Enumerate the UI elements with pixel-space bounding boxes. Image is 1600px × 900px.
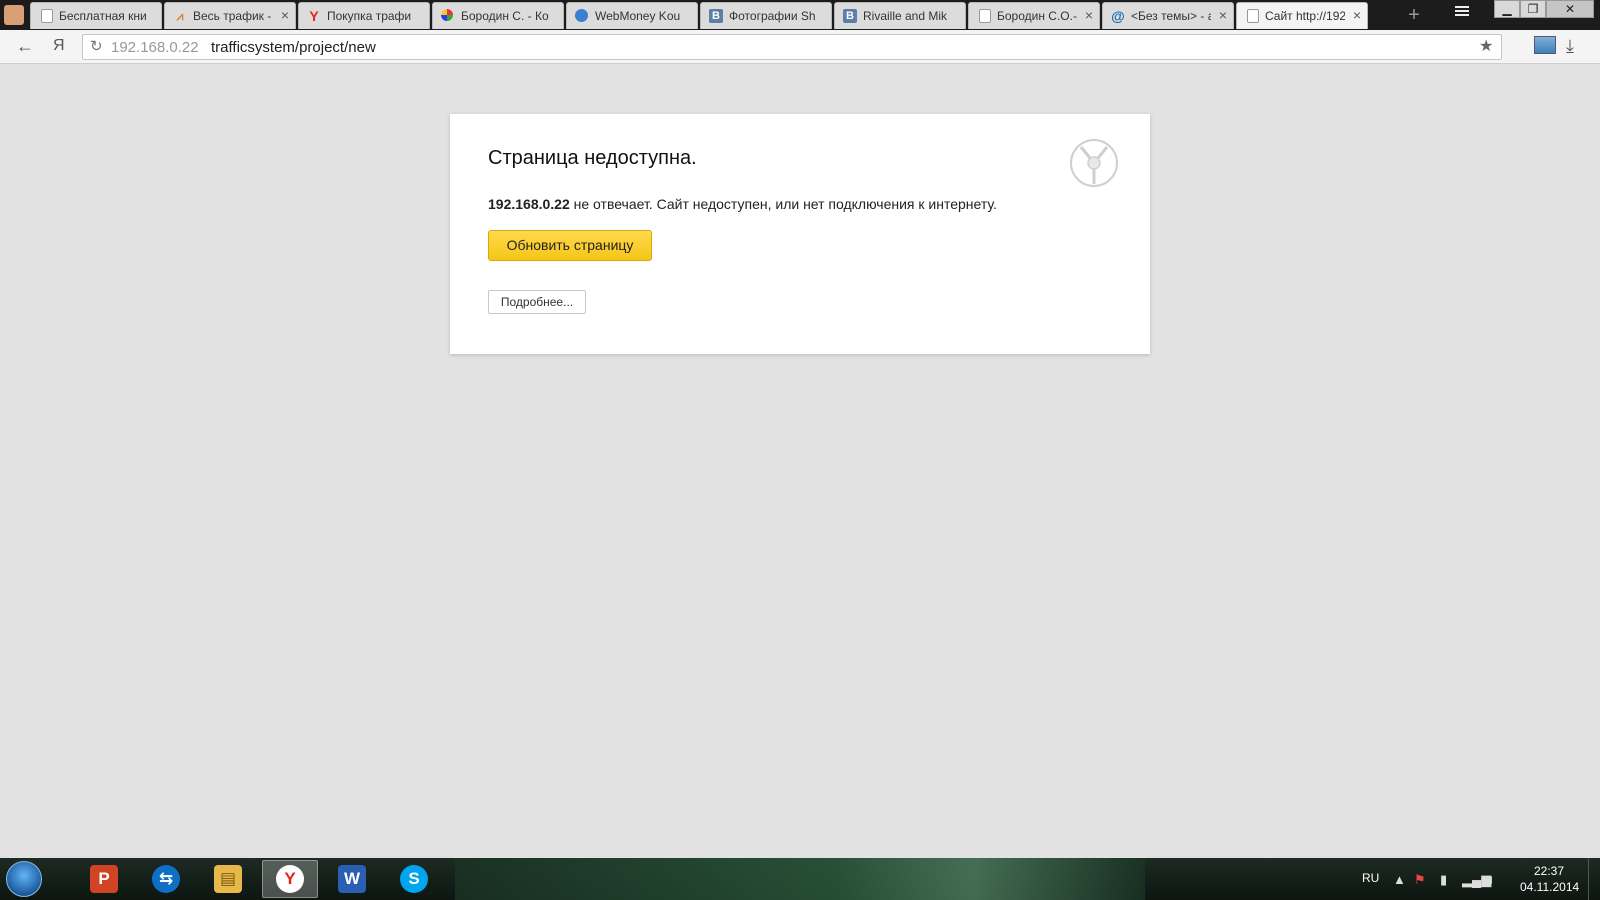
powerpoint-icon: P	[90, 865, 118, 893]
vk-icon: B	[709, 9, 723, 23]
word-icon: W	[338, 865, 366, 893]
battery-icon[interactable]: ▮	[1440, 872, 1447, 888]
error-title: Страница недоступна.	[488, 147, 697, 169]
download-icon[interactable]: ⤓	[1566, 36, 1574, 56]
taskbar: P ⇆ ▤ Y W S RU ▲ ⚑ ▮ ▂▄▆ 🔈︎ 22:37 04.11.…	[0, 858, 1600, 900]
globe-icon	[575, 9, 588, 22]
yandex-browser-icon: Y	[276, 865, 304, 893]
close-icon[interactable]: ×	[1219, 8, 1227, 22]
tab-title: Rivaille and Mik	[863, 9, 948, 23]
tab-strip: Бесплатная кни ⩘ Весь трафик - ( × Y Пок…	[0, 0, 1600, 30]
error-message: 192.168.0.22 не отвечает. Сайт недоступе…	[488, 196, 997, 212]
close-window-button[interactable]: ✕	[1546, 0, 1594, 18]
clock-time[interactable]: 22:37	[1534, 864, 1564, 878]
start-button[interactable]	[6, 861, 42, 897]
tab-6[interactable]: B Rivaille and Mik	[834, 2, 966, 29]
page-content: Страница недоступна. 192.168.0.22 не отв…	[0, 64, 1600, 858]
close-icon[interactable]: ×	[1085, 8, 1093, 22]
yandex-icon: Y	[309, 8, 319, 24]
menu-icon[interactable]	[1447, 0, 1477, 22]
tab-title: Бесплатная кни	[59, 9, 147, 23]
taskbar-app-skype[interactable]: S	[386, 860, 442, 898]
show-desktop-button[interactable]	[1588, 858, 1600, 900]
tab-9-active[interactable]: Сайт http://192. ×	[1236, 2, 1368, 29]
pinwheel-icon	[441, 9, 453, 21]
browser-toolbar: ← Я ↻ 192.168.0.22 trafficsystem/project…	[0, 30, 1600, 64]
tab-title: WebMoney Kou	[595, 9, 681, 23]
taskbar-app-word[interactable]: W	[324, 860, 380, 898]
chart-icon: ⩘	[176, 8, 184, 23]
page-icon	[1247, 9, 1259, 23]
vk-icon: B	[843, 9, 857, 23]
taskbar-background-glow	[455, 858, 1145, 900]
close-icon[interactable]: ×	[281, 8, 289, 22]
taskbar-app-yandex-browser[interactable]: Y	[262, 860, 318, 898]
tab-8[interactable]: @ <Без темы> - a ×	[1102, 2, 1234, 29]
tab-title: <Без темы> - a	[1131, 9, 1211, 23]
browser-app-icon[interactable]	[4, 5, 24, 25]
tab-3[interactable]: Бородин С. - Ко	[432, 2, 564, 29]
reload-icon[interactable]: ↻	[90, 37, 103, 57]
mail-icon: @	[1111, 8, 1125, 24]
action-center-flag-icon[interactable]: ⚑	[1414, 872, 1426, 888]
address-path: trafficsystem/project/new	[211, 39, 376, 56]
teamviewer-icon: ⇆	[152, 865, 180, 893]
maximize-button[interactable]: ❐	[1520, 0, 1546, 18]
new-tab-button[interactable]: +	[1402, 3, 1426, 27]
volume-icon[interactable]: 🔈︎	[1488, 872, 1496, 888]
tab-title: Покупка трафи	[327, 9, 412, 23]
error-host: 192.168.0.22	[488, 196, 570, 212]
address-bar[interactable]: ↻ 192.168.0.22 trafficsystem/project/new…	[82, 34, 1502, 60]
taskbar-app-teamviewer[interactable]: ⇆	[138, 860, 194, 898]
tab-0[interactable]: Бесплатная кни	[30, 2, 162, 29]
clock-date[interactable]: 04.11.2014	[1520, 880, 1579, 894]
close-icon[interactable]: ×	[1353, 8, 1361, 22]
address-host: 192.168.0.22	[111, 39, 199, 56]
tab-1[interactable]: ⩘ Весь трафик - ( ×	[164, 2, 296, 29]
page-icon	[979, 9, 991, 23]
yandex-home-icon[interactable]: Я	[53, 36, 65, 56]
skype-icon: S	[400, 865, 428, 893]
minimize-button[interactable]: ▁	[1494, 0, 1520, 18]
folder-icon: ▤	[214, 865, 242, 893]
tab-2[interactable]: Y Покупка трафи	[298, 2, 430, 29]
language-indicator[interactable]: RU	[1362, 871, 1379, 885]
yandex-browser-logo-icon	[1070, 139, 1118, 187]
tab-title: Весь трафик - (	[193, 9, 273, 23]
tab-7[interactable]: Бородин С.О.-К ×	[968, 2, 1100, 29]
tab-list: Бесплатная кни ⩘ Весь трафик - ( × Y Пок…	[30, 2, 1370, 30]
show-hidden-icons-icon[interactable]: ▲	[1393, 872, 1406, 887]
taskbar-app-explorer[interactable]: ▤	[200, 860, 256, 898]
taskbar-app-powerpoint[interactable]: P	[76, 860, 132, 898]
reload-page-button[interactable]: Обновить страницу	[488, 230, 652, 261]
error-card: Страница недоступна. 192.168.0.22 не отв…	[450, 114, 1150, 354]
tab-4[interactable]: WebMoney Kou	[566, 2, 698, 29]
bookmark-star-icon[interactable]: ★	[1479, 37, 1493, 57]
tab-title: Бородин С. - Ко	[461, 9, 549, 23]
image-icon[interactable]	[1534, 36, 1556, 54]
page-icon	[41, 9, 53, 23]
details-button[interactable]: Подробнее...	[488, 290, 586, 314]
tab-title: Бородин С.О.-К	[997, 9, 1077, 23]
error-message-text: не отвечает. Сайт недоступен, или нет по…	[569, 196, 997, 212]
tab-5[interactable]: B Фотографии Sh	[700, 2, 832, 29]
tab-title: Сайт http://192.	[1265, 9, 1345, 23]
back-arrow-icon[interactable]: ←	[16, 36, 34, 56]
tab-title: Фотографии Sh	[729, 9, 816, 23]
network-signal-icon[interactable]: ▂▄▆	[1462, 872, 1491, 888]
